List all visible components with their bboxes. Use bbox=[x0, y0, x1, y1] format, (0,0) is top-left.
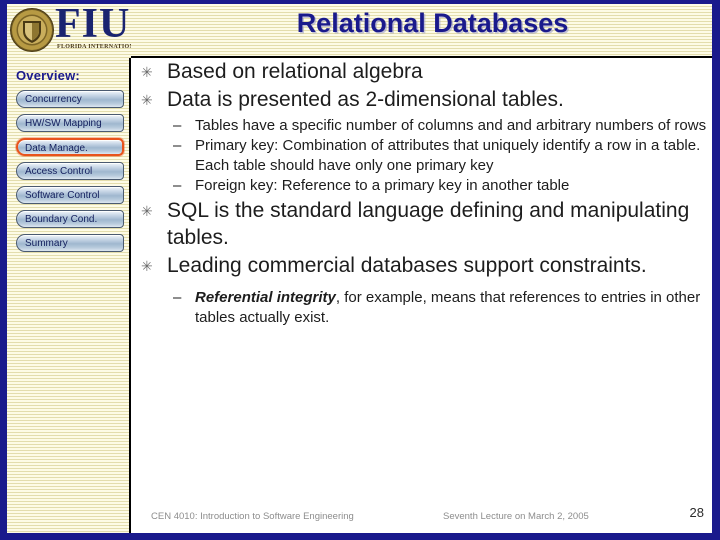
sub-bullet-item: – Primary key: Combination of attributes… bbox=[167, 136, 712, 176]
sidebar-heading: Overview: bbox=[16, 68, 80, 83]
sub-bullet-text: Primary key: Combination of attributes t… bbox=[195, 137, 701, 174]
slide-frame-bottom bbox=[0, 533, 720, 540]
asterisk-bullet-icon: ✳ bbox=[141, 64, 153, 80]
slide-frame-left bbox=[0, 0, 7, 540]
asterisk-bullet-icon: ✳ bbox=[141, 203, 153, 219]
slide-frame-right bbox=[712, 0, 720, 540]
slide-footer: CEN 4010: Introduction to Software Engin… bbox=[133, 503, 712, 533]
page-title: Relational Databases bbox=[296, 8, 569, 38]
sub-bullet-list: – Tables have a specific number of colum… bbox=[167, 116, 712, 196]
page-number: 28 bbox=[689, 505, 704, 520]
header-divider-rule bbox=[131, 56, 712, 58]
footer-lecture-label: Seventh Lecture on March 2, 2005 bbox=[443, 511, 589, 522]
dash-bullet-icon: – bbox=[173, 177, 182, 194]
sidebar-item-summary[interactable]: Summary bbox=[16, 234, 124, 252]
bullet-list-primary: ✳ Based on relational algebra ✳ Data is … bbox=[133, 58, 712, 196]
footer-course-label: CEN 4010: Introduction to Software Engin… bbox=[151, 511, 354, 522]
sub-bullet-emphasis: Referential integrity bbox=[195, 289, 336, 306]
sub-bullet-list: – Referential integrity, for example, me… bbox=[167, 288, 712, 328]
fiu-wordmark: FIU bbox=[55, 4, 131, 47]
bullet-list-secondary: ✳ SQL is the standard language defining … bbox=[133, 197, 712, 328]
bullet-item: ✳ Data is presented as 2-dimensional tab… bbox=[133, 86, 712, 196]
asterisk-bullet-icon: ✳ bbox=[141, 258, 153, 274]
sidebar-item-hw-sw-mapping[interactable]: HW/SW Mapping bbox=[16, 114, 124, 132]
sidebar-item-data-manage[interactable]: Data Manage. bbox=[16, 138, 124, 156]
sidebar: Overview: Concurrency HW/SW Mapping Data… bbox=[7, 58, 131, 533]
slide-canvas: Relational Databases FIU FLORIDA INTERNA… bbox=[0, 0, 720, 540]
bullet-text: SQL is the standard language defining an… bbox=[167, 199, 690, 249]
slide-frame-top bbox=[0, 0, 720, 4]
asterisk-bullet-icon: ✳ bbox=[141, 92, 153, 108]
fiu-subtitle: FLORIDA INTERNATIONAL UNIVERSITY bbox=[57, 44, 131, 50]
sub-bullet-item: – Foreign key: Reference to a primary ke… bbox=[167, 176, 712, 196]
bullet-item: ✳ SQL is the standard language defining … bbox=[133, 197, 712, 251]
sidebar-nav-list: Concurrency HW/SW Mapping Data Manage. A… bbox=[7, 90, 131, 258]
sidebar-item-boundary-cond[interactable]: Boundary Cond. bbox=[16, 210, 124, 228]
sub-bullet-item: – Tables have a specific number of colum… bbox=[167, 116, 712, 136]
fiu-logo: FIU FLORIDA INTERNATIONAL UNIVERSITY bbox=[7, 4, 131, 58]
bullet-text: Leading commercial databases support con… bbox=[167, 254, 647, 277]
bullet-item: ✳ Leading commercial databases support c… bbox=[133, 252, 712, 328]
bullet-text: Based on relational algebra bbox=[167, 60, 423, 83]
dash-bullet-icon: – bbox=[173, 289, 182, 306]
dash-bullet-icon: – bbox=[173, 117, 182, 134]
bullet-text: Data is presented as 2-dimensional table… bbox=[167, 88, 564, 111]
slide-body: ✳ Based on relational algebra ✳ Data is … bbox=[133, 58, 712, 503]
sub-bullet-item: – Referential integrity, for example, me… bbox=[167, 288, 712, 328]
sub-bullet-text: Foreign key: Reference to a primary key … bbox=[195, 177, 570, 194]
bullet-item: ✳ Based on relational algebra bbox=[133, 58, 712, 85]
sidebar-item-access-control[interactable]: Access Control bbox=[16, 162, 124, 180]
sidebar-item-concurrency[interactable]: Concurrency bbox=[16, 90, 124, 108]
fiu-seal-icon bbox=[10, 8, 54, 52]
sidebar-item-software-control[interactable]: Software Control bbox=[16, 186, 124, 204]
sub-bullet-text: Tables have a specific number of columns… bbox=[195, 117, 707, 134]
dash-bullet-icon: – bbox=[173, 137, 182, 154]
